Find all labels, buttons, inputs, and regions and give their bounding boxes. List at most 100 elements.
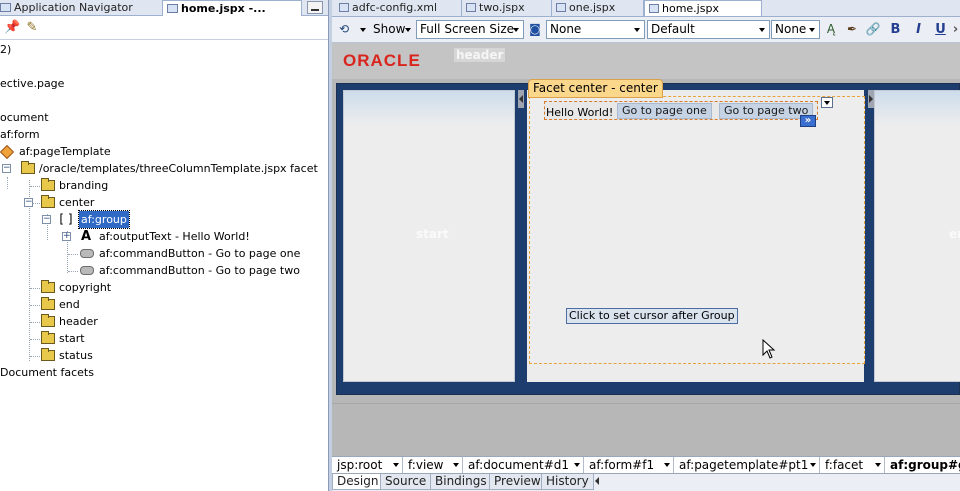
tree-node-status[interactable]: status xyxy=(0,347,140,364)
collapse-icon[interactable]: − xyxy=(2,164,11,173)
collapse-left-handle[interactable] xyxy=(518,90,524,108)
left-tab-strip: Application Navigator home.jspx -... xyxy=(0,0,328,16)
breadcrumb-facet[interactable]: f:facet xyxy=(820,458,884,473)
expand-icon[interactable]: + xyxy=(62,232,71,241)
tree-node-command-button-two[interactable]: af:commandButton - Go to page two xyxy=(0,262,328,279)
end-facet-label: en xyxy=(949,227,960,241)
application-navigator-panel: Application Navigator home.jspx -... 📌 ✎… xyxy=(0,0,328,491)
tree-node-outputtext[interactable]: + A af:outputText - Hello World! xyxy=(0,228,328,245)
tab-application-navigator[interactable]: Application Navigator xyxy=(0,0,160,16)
end-facet[interactable]: en xyxy=(874,90,960,382)
pin-icon[interactable]: 📌 xyxy=(4,20,20,36)
tree-node-pagetemplate[interactable]: af:pageTemplate xyxy=(0,143,140,160)
tab-two-jspx[interactable]: two.jspx xyxy=(462,0,552,16)
center-facet[interactable]: Hello World! Go to page one Go to page t… xyxy=(529,96,865,364)
tab-history[interactable]: History xyxy=(541,474,594,490)
breadcrumb-document[interactable]: af:document#d1 xyxy=(463,458,583,473)
screen-size-select[interactable]: Full Screen Size xyxy=(416,20,524,39)
bold-button[interactable]: B xyxy=(887,20,904,39)
go-to-page-one-button[interactable]: Go to page one xyxy=(617,103,712,119)
collapse-icon[interactable]: − xyxy=(42,215,51,224)
class-select[interactable]: Default xyxy=(647,20,770,39)
group-component[interactable]: Hello World! Go to page one Go to page t… xyxy=(544,101,818,120)
group-menu-dropdown[interactable] xyxy=(821,97,833,108)
overflow-icon[interactable]: › xyxy=(951,20,960,39)
tree-node-header[interactable]: header xyxy=(0,313,140,330)
tree-node-branding[interactable]: branding xyxy=(0,177,140,194)
breadcrumb-group[interactable]: af:group#g xyxy=(885,458,960,473)
hello-output-text[interactable]: Hello World! xyxy=(546,106,613,119)
breadcrumb-label: af:document#d1 xyxy=(468,458,570,472)
header-facet-label[interactable]: header xyxy=(454,48,506,62)
jspx-file-icon xyxy=(649,4,659,13)
tab-source[interactable]: Source xyxy=(380,474,432,490)
breadcrumb-f-view[interactable]: f:view xyxy=(403,458,462,473)
folder-icon xyxy=(41,348,55,361)
tree-node-start[interactable]: start xyxy=(0,330,140,347)
design-canvas[interactable]: ORACLE header start en Facet center - ce… xyxy=(332,43,960,456)
text-color-icon[interactable]: Ą xyxy=(823,21,839,37)
tab-home-structure[interactable]: home.jspx -... xyxy=(162,0,302,16)
tree-node-command-button-one[interactable]: af:commandButton - Go to page one xyxy=(0,245,328,262)
tree-node[interactable]: ocument xyxy=(0,109,49,126)
tree-node[interactable]: af:form xyxy=(0,126,40,143)
selected-node-label: af:group xyxy=(78,210,130,229)
minimize-panel-button[interactable] xyxy=(307,1,323,14)
component-breadcrumb: jsp:root f:view af:document#d1 af:form#f… xyxy=(332,456,960,474)
tab-preview[interactable]: Preview xyxy=(489,474,546,490)
style-select[interactable]: None xyxy=(546,20,645,39)
class-value: Default xyxy=(651,22,695,36)
tree-node-template-facet[interactable]: − /oracle/templates/threeColumnTemplate.… xyxy=(0,160,328,177)
highlight-icon[interactable]: ✒ xyxy=(844,21,860,37)
cursor-hint-tooltip[interactable]: Click to set cursor after Group xyxy=(566,308,738,324)
center-facet-tab[interactable]: Facet center - center xyxy=(528,79,663,98)
editor-tab-strip: adfc-config.xml two.jspx one.jspx home.j… xyxy=(332,0,960,17)
chevron-down-icon xyxy=(513,28,519,32)
tree-node-center[interactable]: − center xyxy=(0,194,140,211)
start-facet-label: start xyxy=(416,227,449,241)
editor-toolbar: ⟲ Show Full Screen Size ◙ None Default N… xyxy=(332,17,960,43)
screen-size-value: Full Screen Size xyxy=(420,22,515,36)
chevron-down-icon xyxy=(875,463,881,467)
scroll-left-icon[interactable] xyxy=(595,477,599,485)
underline-button[interactable]: U xyxy=(932,20,949,39)
tree-node-document-facets[interactable]: Document facets xyxy=(0,364,94,381)
breadcrumb-label: af:form#f1 xyxy=(589,458,655,472)
refresh-icon[interactable]: ⟲ xyxy=(336,21,352,37)
tab-bindings[interactable]: Bindings xyxy=(430,474,492,490)
chevron-down-icon[interactable] xyxy=(360,28,366,32)
branding-area: ORACLE header xyxy=(332,43,960,79)
show-menu[interactable]: Show xyxy=(373,20,405,39)
font-select[interactable]: None xyxy=(771,20,820,39)
breadcrumb-jsp-root[interactable]: jsp:root xyxy=(332,458,402,473)
start-facet[interactable]: start xyxy=(343,90,515,382)
group-icon: [ ] xyxy=(59,212,73,226)
tab-home-jspx[interactable]: home.jspx xyxy=(644,0,762,16)
structure-icon xyxy=(167,4,178,13)
tree-node-copyright[interactable]: copyright xyxy=(0,279,140,296)
collapse-icon[interactable]: − xyxy=(24,198,33,207)
chevron-down-icon xyxy=(453,463,459,467)
tree-node[interactable]: ective.page xyxy=(0,75,64,92)
italic-button[interactable]: I xyxy=(910,20,927,39)
tab-adfc-config[interactable]: adfc-config.xml xyxy=(335,0,462,16)
mouse-cursor-icon xyxy=(762,339,776,359)
output-text-icon: A xyxy=(80,229,92,244)
link-icon[interactable]: 🔗 xyxy=(865,21,881,37)
style-value: None xyxy=(550,22,582,36)
tree-node-group[interactable]: − [ ] af:group xyxy=(0,210,140,229)
chevron-down-icon[interactable] xyxy=(405,28,411,32)
breadcrumb-form[interactable]: af:form#f1 xyxy=(584,458,673,473)
breadcrumb-label: jsp:root xyxy=(337,458,383,472)
structure-toolbar: 📌 ✎ xyxy=(0,16,328,40)
folder-icon xyxy=(41,331,55,344)
expand-more-icon[interactable]: » xyxy=(800,115,816,127)
edit-icon[interactable]: ✎ xyxy=(24,20,40,36)
tab-one-jspx[interactable]: one.jspx xyxy=(552,0,644,16)
tree-node[interactable]: 2) xyxy=(0,41,11,58)
chevron-down-icon xyxy=(824,101,830,105)
tab-design[interactable]: Design xyxy=(332,474,384,490)
css-style-icon[interactable]: ◙ xyxy=(527,21,543,37)
breadcrumb-pagetemplate[interactable]: af:pagetemplate#pt1 xyxy=(674,458,819,473)
tree-node-end[interactable]: end xyxy=(0,296,140,313)
